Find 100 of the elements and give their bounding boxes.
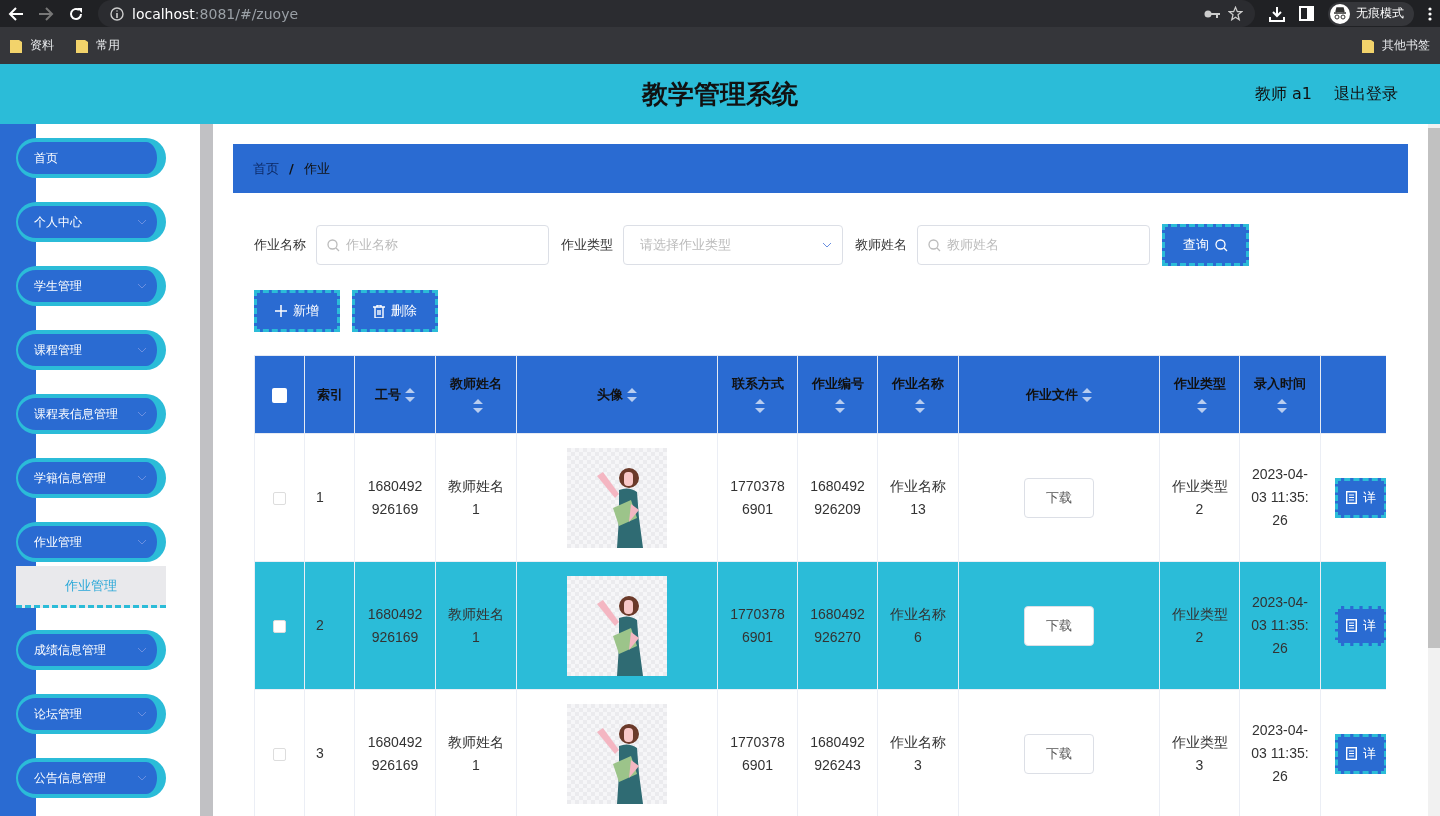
more-icon[interactable] — [1428, 6, 1432, 21]
table-cell: 1680492926169 — [367, 477, 423, 517]
table-cell: 作业名称13 — [890, 477, 946, 517]
scrollbar[interactable] — [200, 124, 213, 816]
info-icon — [110, 6, 124, 21]
sort-icon[interactable] — [1082, 388, 1092, 402]
download-button[interactable]: 下载 — [1024, 733, 1094, 774]
sidebar-item[interactable]: 个人中心 — [16, 202, 166, 242]
table-cell: 1680492926169 — [367, 733, 423, 773]
document-icon — [1346, 747, 1357, 760]
table-cell: 1680492926209 — [810, 477, 865, 517]
sidebar-item[interactable]: 公告信息管理 — [16, 758, 166, 798]
sidebar-item[interactable]: 首页 — [16, 138, 166, 178]
sidebar-item[interactable]: 学籍信息管理 — [16, 458, 166, 498]
table-cell: 教师姓名1 — [448, 733, 504, 773]
table-row[interactable]: 1 1680492926169 教师姓名1 17703786901 1680492926209 作业名称13 下载 作业类型2 2023-04-03 11:35:26 详 — [254, 433, 1386, 562]
column-header[interactable]: 联系方式 — [731, 375, 784, 391]
detail-button[interactable]: 详 — [1335, 733, 1386, 774]
forward-icon[interactable] — [38, 5, 54, 22]
sidebar-item[interactable]: 学生管理 — [16, 266, 166, 306]
breadcrumb-separator: / — [289, 161, 294, 176]
table-cell: 作业类型3 — [1171, 733, 1228, 773]
key-icon[interactable] — [1204, 8, 1220, 19]
side-panel-icon[interactable] — [1299, 6, 1314, 21]
search-icon — [327, 238, 340, 252]
column-header[interactable]: 作业文件 — [1026, 386, 1078, 402]
delete-button[interactable]: 删除 — [352, 290, 438, 332]
add-button[interactable]: 新增 — [254, 290, 340, 332]
folder-icon — [1362, 38, 1374, 53]
select-all-checkbox[interactable] — [272, 387, 287, 403]
column-header[interactable]: 作业名称 — [892, 375, 944, 391]
search-icon — [1215, 238, 1228, 252]
bookmark[interactable]: 其他书签 — [1382, 37, 1430, 54]
row-checkbox[interactable] — [273, 491, 286, 505]
sidebar-item[interactable]: 作业管理 — [16, 522, 166, 562]
field-label: 作业名称 — [254, 236, 306, 254]
column-header[interactable]: 作业类型 — [1173, 375, 1226, 391]
detail-button[interactable]: 详 — [1335, 477, 1386, 518]
reload-icon[interactable] — [68, 5, 84, 22]
table-cell: 3 — [316, 745, 324, 761]
download-icon[interactable] — [1269, 5, 1285, 22]
table-cell: 1680492926169 — [367, 605, 423, 645]
star-icon[interactable] — [1228, 6, 1243, 21]
sort-icon[interactable] — [627, 388, 637, 402]
bookmark[interactable]: 资料 — [30, 37, 54, 54]
sidebar-item[interactable]: 课程表信息管理 — [16, 394, 166, 434]
folder-icon — [76, 38, 88, 53]
query-button[interactable]: 查询 — [1162, 224, 1249, 266]
sidebar-item[interactable]: 课程管理 — [16, 330, 166, 370]
table-cell: 2023-04-03 11:35:26 — [1251, 722, 1309, 784]
download-button[interactable]: 下载 — [1024, 605, 1094, 646]
table-cell: 2023-04-03 11:35:26 — [1251, 594, 1309, 656]
detail-button[interactable]: 详 — [1335, 605, 1386, 646]
column-header[interactable]: 头像 — [597, 386, 623, 402]
row-checkbox[interactable] — [273, 747, 286, 761]
row-checkbox[interactable] — [273, 619, 286, 633]
field-label: 教师姓名 — [855, 236, 907, 254]
field-label: 作业类型 — [561, 236, 613, 254]
scrollbar-thumb[interactable] — [1428, 128, 1440, 648]
column-header: 索引 — [316, 386, 343, 402]
breadcrumb-item: 作业 — [303, 159, 330, 178]
sort-icon[interactable] — [834, 399, 845, 413]
sort-icon[interactable] — [754, 399, 765, 413]
back-icon[interactable] — [8, 5, 24, 22]
table-row[interactable]: 3 1680492926169 教师姓名1 17703786901 1680492926243 作业名称3 下载 作业类型3 2023-04-03 11:35:26 详 — [254, 689, 1386, 816]
document-icon — [1346, 619, 1357, 632]
table-cell: 作业类型2 — [1171, 477, 1228, 517]
plus-icon — [275, 305, 287, 317]
column-header[interactable]: 教师姓名 — [450, 375, 502, 391]
column-header[interactable]: 录入时间 — [1254, 375, 1306, 391]
sort-icon[interactable] — [405, 388, 415, 402]
table-cell: 教师姓名1 — [448, 477, 504, 517]
document-icon — [1346, 491, 1357, 504]
sort-icon[interactable] — [473, 399, 483, 413]
table-cell: 教师姓名1 — [448, 605, 504, 645]
bookmark[interactable]: 常用 — [96, 37, 120, 54]
table-cell: 1680492926243 — [810, 733, 865, 773]
table-cell: 17703786901 — [730, 733, 785, 773]
table-cell: 作业类型2 — [1171, 605, 1228, 645]
sort-icon[interactable] — [1196, 399, 1207, 413]
breadcrumb-item[interactable]: 首页 — [253, 159, 279, 178]
address-bar[interactable]: localhost:8081/#/zuoye — [98, 0, 1255, 27]
sort-icon[interactable] — [915, 399, 925, 413]
table-cell: 17703786901 — [730, 605, 785, 645]
url-text: localhost:8081/#/zuoye — [132, 5, 300, 22]
sidebar-item[interactable]: 成绩信息管理 — [16, 630, 166, 670]
sidebar-item[interactable]: 论坛管理 — [16, 694, 166, 734]
incognito-badge[interactable]: 无痕模式 — [1328, 1, 1414, 26]
trash-icon — [373, 304, 385, 318]
table-row[interactable]: 2 1680492926169 教师姓名1 17703786901 1680492926270 作业名称6 下载 作业类型2 2023-04-03 11:35:26 详 — [254, 561, 1386, 690]
table-cell: 1 — [316, 489, 324, 505]
column-header[interactable]: 作业编号 — [811, 375, 864, 391]
sort-icon[interactable] — [1277, 399, 1287, 413]
app-title: 教学管理系统 — [642, 77, 798, 111]
download-button[interactable]: 下载 — [1024, 477, 1094, 518]
column-header[interactable]: 工号 — [375, 386, 401, 402]
logout-link[interactable]: 退出登录 — [1334, 83, 1398, 105]
folder-icon — [10, 38, 22, 53]
table-cell: 作业名称6 — [890, 605, 946, 645]
table-cell: 1680492926270 — [810, 605, 865, 645]
